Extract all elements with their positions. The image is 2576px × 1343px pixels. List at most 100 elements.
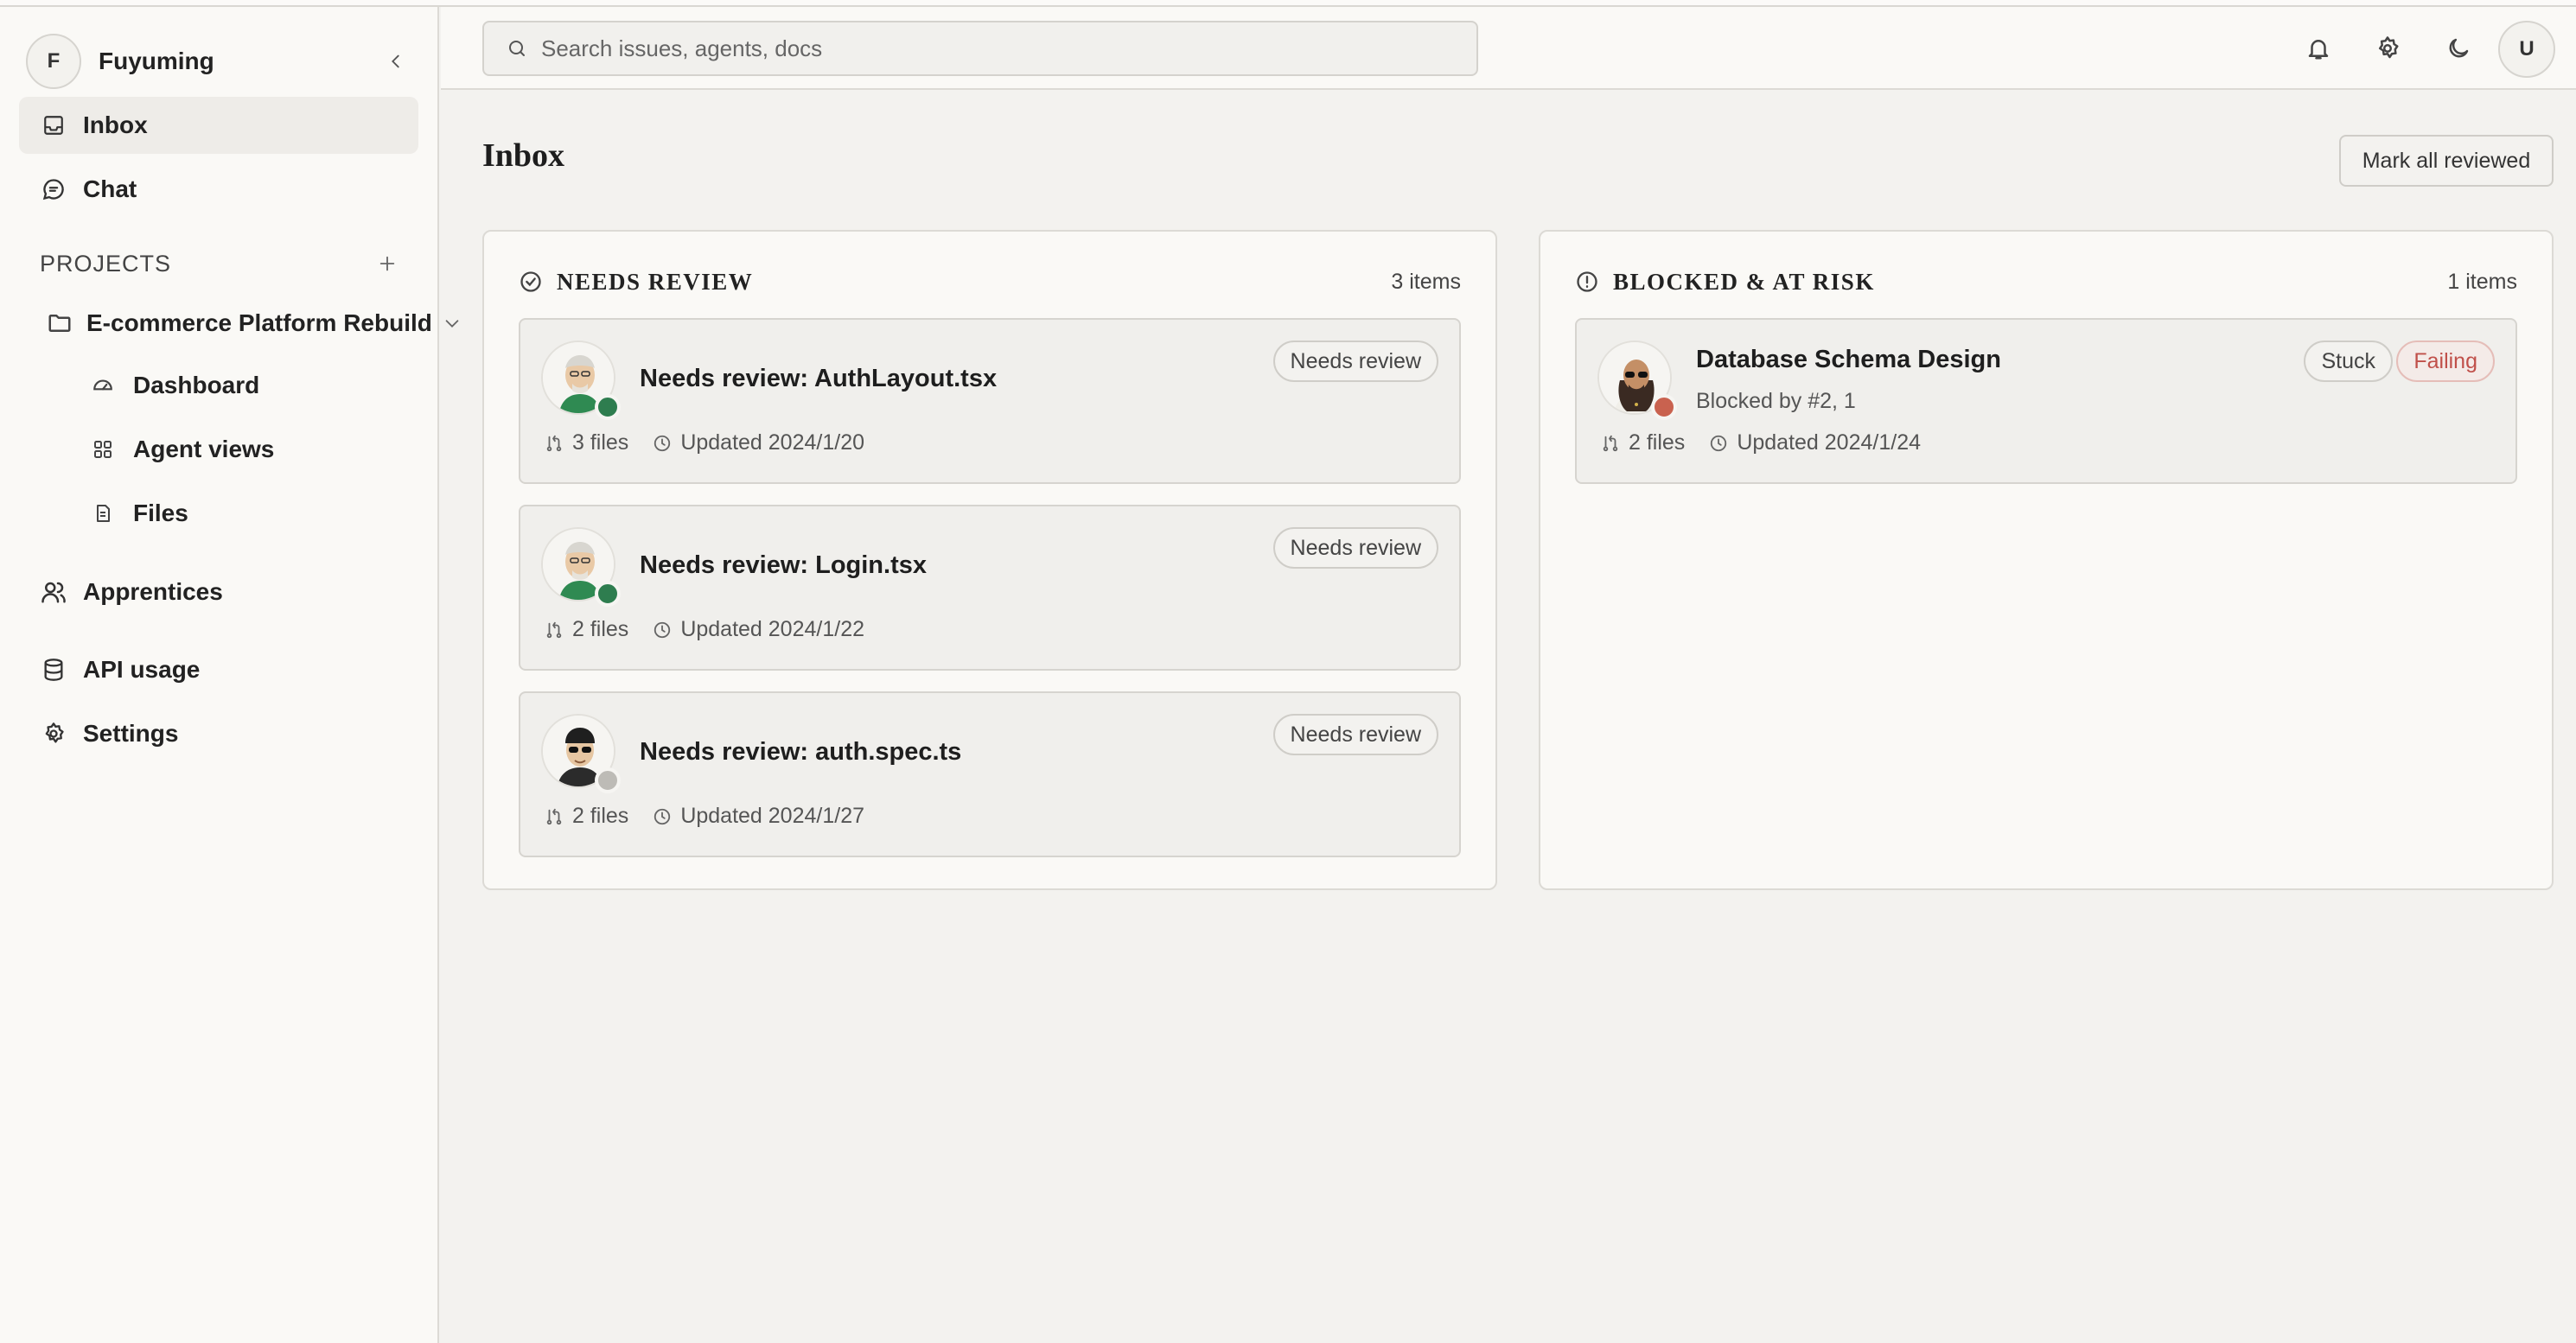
status-badge: Needs review — [1272, 527, 1438, 569]
card-title: Needs review: auth.spec.ts — [640, 738, 962, 766]
sub-item-label: Agent views — [133, 436, 275, 462]
card-meta: 2 files Updated 2024/1/22 — [543, 617, 864, 642]
nav-item-label: Settings — [83, 720, 179, 747]
window-top-edge — [0, 0, 2576, 7]
sub-item-label: Files — [133, 500, 188, 526]
status-badge: Needs review — [1272, 341, 1438, 382]
pull-request-icon — [543, 805, 565, 828]
card-meta: 3 files Updated 2024/1/20 — [543, 430, 864, 455]
blocked-card[interactable]: Database Schema Design Blocked by #2, 1 … — [1575, 318, 2517, 484]
clock-icon — [651, 619, 673, 641]
clock-icon — [1707, 432, 1730, 455]
pull-request-icon — [543, 432, 565, 455]
search-input[interactable] — [541, 35, 1406, 62]
nav-item-apprentices[interactable]: Apprentices — [19, 563, 418, 621]
gear-icon — [40, 720, 67, 748]
panel-title: NEEDS REVIEW — [557, 268, 754, 295]
topbar: U — [441, 7, 2576, 90]
search-icon — [509, 41, 525, 56]
panel-count: 3 items — [1391, 269, 1461, 294]
blocked-at-risk-panel: BLOCKED & AT RISK 1 items Database Schem… — [1539, 230, 2554, 890]
workspace-name: Fuyuming — [99, 48, 214, 74]
blocked-by-text: Blocked by #2, 1 — [1696, 389, 1856, 413]
workspace-switcher[interactable]: F Fuyuming — [26, 31, 413, 92]
search-box[interactable] — [482, 21, 1478, 76]
projects-header-label: PROJECTS — [40, 250, 172, 277]
agent-avatar — [541, 714, 621, 793]
card-title: Database Schema Design — [1696, 346, 2001, 373]
chevron-left-icon — [392, 54, 399, 68]
updated-date: Updated 2024/1/22 — [680, 617, 864, 641]
review-card[interactable]: Needs review: Login.tsx Needs review 2 f… — [519, 505, 1461, 671]
review-card[interactable]: Needs review: auth.spec.ts Needs review … — [519, 691, 1461, 857]
check-circle-icon — [520, 271, 541, 292]
moon-icon — [2449, 38, 2469, 58]
project-name: E-commerce Platform Rebuild — [86, 309, 432, 336]
file-icon — [90, 500, 116, 526]
agent-avatar — [541, 341, 621, 420]
updated-date: Updated 2024/1/27 — [680, 804, 864, 828]
files-count: 3 files — [572, 430, 629, 455]
alert-circle-icon — [1577, 271, 1597, 292]
users-icon — [40, 578, 67, 606]
status-dot — [595, 767, 621, 793]
projects-header: PROJECTS — [40, 242, 403, 285]
user-avatar[interactable]: U — [2498, 21, 2555, 78]
files-count: 2 files — [572, 617, 629, 641]
files-count: 2 files — [1629, 430, 1686, 455]
status-badge: Needs review — [1272, 714, 1438, 755]
collapse-sidebar-button[interactable] — [379, 44, 413, 79]
panel-title: BLOCKED & AT RISK — [1613, 268, 1875, 295]
notifications-button[interactable] — [2299, 29, 2337, 67]
gear-icon — [2379, 36, 2399, 59]
nav-item-label: Apprentices — [83, 578, 223, 605]
card-meta: 2 files Updated 2024/1/27 — [543, 804, 864, 829]
chat-icon — [40, 175, 67, 203]
folder-icon — [48, 315, 71, 332]
grid-icon — [90, 436, 116, 462]
updated-date: Updated 2024/1/20 — [680, 430, 864, 455]
status-badge-stuck: Stuck — [2304, 341, 2393, 382]
pull-request-icon — [543, 619, 565, 641]
chevron-down-icon[interactable] — [443, 314, 462, 333]
files-count: 2 files — [572, 804, 629, 828]
gauge-icon — [90, 372, 116, 398]
mark-all-reviewed-button[interactable]: Mark all reviewed — [2339, 135, 2554, 187]
sidebar: F Fuyuming Inbox Chat PROJECTS E-commerc… — [0, 7, 459, 1343]
project-sub-item-dashboard[interactable]: Dashboard — [90, 360, 259, 411]
project-item[interactable]: E-commerce Platform Rebuild — [47, 297, 470, 349]
nav-item-label: API usage — [83, 656, 201, 683]
settings-button[interactable] — [2369, 29, 2407, 67]
nav-item-chat[interactable]: Chat — [19, 161, 418, 218]
sub-item-label: Dashboard — [133, 372, 260, 398]
status-dot — [1651, 394, 1677, 420]
project-sub-item-files[interactable]: Files — [90, 487, 188, 539]
add-project-button[interactable] — [372, 248, 403, 279]
nav-item-settings[interactable]: Settings — [19, 705, 418, 762]
pull-request-icon — [1599, 432, 1622, 455]
bell-icon — [2308, 40, 2329, 60]
agent-avatar — [1597, 341, 1677, 420]
project-sub-item-agent-views[interactable]: Agent views — [90, 423, 274, 475]
nav-item-label: Chat — [83, 175, 137, 202]
nav-item-api-usage[interactable]: API usage — [19, 641, 418, 698]
card-title: Needs review: AuthLayout.tsx — [640, 365, 998, 392]
status-dot — [595, 394, 621, 420]
nav-item-label: Inbox — [83, 111, 148, 138]
database-icon — [40, 656, 67, 684]
theme-toggle-button[interactable] — [2439, 29, 2477, 67]
card-meta: 2 files Updated 2024/1/24 — [1599, 430, 1921, 455]
panel-header: BLOCKED & AT RISK 1 items — [1575, 264, 2517, 299]
review-card[interactable]: Needs review: AuthLayout.tsx Needs revie… — [519, 318, 1461, 484]
inbox-icon — [40, 111, 67, 139]
panel-header: NEEDS REVIEW 3 items — [519, 264, 1461, 299]
agent-avatar — [541, 527, 621, 607]
clock-icon — [651, 805, 673, 828]
nav-item-inbox[interactable]: Inbox — [19, 97, 418, 154]
clock-icon — [651, 432, 673, 455]
card-title: Needs review: Login.tsx — [640, 551, 927, 579]
status-badge-failing: Failing — [2396, 341, 2495, 382]
page-title: Inbox — [482, 137, 565, 174]
plus-icon — [379, 256, 395, 271]
panel-count: 1 items — [2447, 269, 2517, 294]
